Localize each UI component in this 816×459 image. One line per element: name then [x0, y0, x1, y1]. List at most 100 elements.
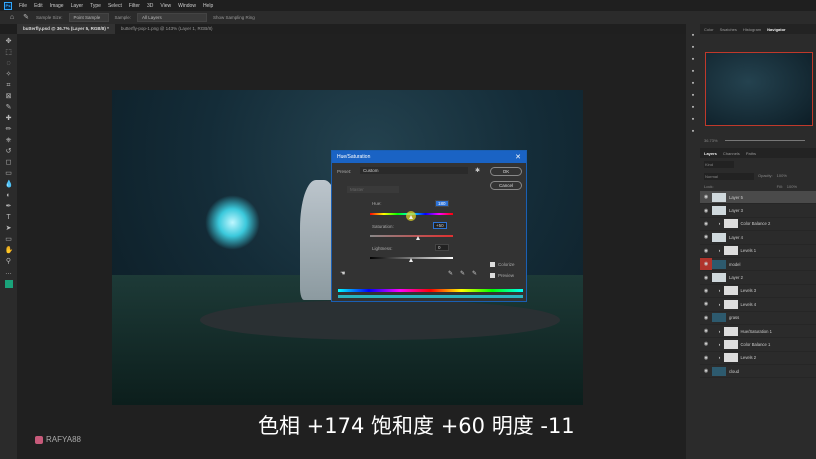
layer-row[interactable]: ◉ ◑ Color Balance 1: [700, 338, 816, 352]
layer-row[interactable]: ◉ Layer 4: [700, 231, 816, 245]
layer-row[interactable]: ◉ grass: [700, 312, 816, 325]
menu-window[interactable]: Window: [178, 3, 196, 9]
document-tab[interactable]: butterfly.psd @ 36.7% (Layer 5, RGB/8) *: [17, 24, 115, 34]
menu-edit[interactable]: Edit: [34, 3, 43, 9]
eraser-tool-icon[interactable]: ◻: [5, 159, 13, 167]
menu-filter[interactable]: Filter: [129, 3, 140, 9]
filter-kind-select[interactable]: Kind: [704, 161, 734, 168]
panel-tab-paths[interactable]: Paths: [746, 151, 756, 156]
dodge-tool-icon[interactable]: ◐: [5, 192, 13, 200]
clone-source-panel-icon[interactable]: ▪: [689, 128, 697, 136]
properties-panel-icon[interactable]: ▪: [689, 68, 697, 76]
home-icon[interactable]: ⌂: [8, 14, 16, 22]
lightness-input[interactable]: 0: [435, 244, 449, 251]
navigator-zoom[interactable]: 36.73%: [704, 138, 718, 143]
menu-type[interactable]: Type: [90, 3, 101, 9]
blend-mode-select[interactable]: Normal: [704, 173, 754, 180]
targeted-adjustment-hand-icon[interactable]: ☚: [340, 270, 345, 277]
layer-row[interactable]: ◉ ◑ Levels 1: [700, 245, 816, 258]
history-panel-icon[interactable]: ▪: [689, 32, 697, 40]
menu-select[interactable]: Select: [108, 3, 122, 9]
preview-checkbox[interactable]: Preview: [490, 273, 514, 279]
panel-tab-histogram[interactable]: Histogram: [743, 27, 761, 32]
quick-select-tool-icon[interactable]: ✧: [5, 71, 13, 79]
zoom-tool-icon[interactable]: ⚲: [5, 258, 13, 266]
styles-panel-icon[interactable]: ▪: [689, 80, 697, 88]
fill-input[interactable]: 100%: [787, 184, 797, 189]
eye-icon[interactable]: ◉: [700, 221, 712, 227]
crop-tool-icon[interactable]: ⌗: [5, 82, 13, 90]
libraries-panel-icon[interactable]: ▪: [689, 116, 697, 124]
eyedropper-tool-icon[interactable]: ✎: [5, 104, 13, 112]
paragraph-panel-icon[interactable]: ▪: [689, 104, 697, 112]
eye-icon[interactable]: ◉: [700, 341, 712, 347]
eye-icon[interactable]: ◉: [700, 301, 712, 307]
saturation-input[interactable]: +50: [433, 222, 447, 229]
pen-tool-icon[interactable]: ✒: [5, 203, 13, 211]
eye-icon[interactable]: ◉: [700, 194, 712, 200]
path-select-tool-icon[interactable]: ➤: [5, 225, 13, 233]
eye-icon[interactable]: ◉: [700, 275, 712, 281]
navigator-preview[interactable]: [705, 52, 813, 126]
cancel-button[interactable]: Cancel: [490, 181, 522, 190]
eye-icon[interactable]: ◉: [700, 368, 712, 374]
layer-row[interactable]: ◉ Layer 5: [700, 191, 816, 205]
eyedropper-icon[interactable]: ✎: [22, 14, 30, 22]
history-brush-tool-icon[interactable]: ↺: [5, 148, 13, 156]
type-tool-icon[interactable]: T: [5, 214, 13, 222]
eye-icon[interactable]: ◉: [700, 208, 712, 214]
brush-tool-icon[interactable]: ✏: [5, 126, 13, 134]
stamp-tool-icon[interactable]: ⎈: [5, 137, 13, 145]
menu-3d[interactable]: 3D: [147, 3, 153, 9]
eye-icon[interactable]: ◉: [700, 248, 712, 254]
saturation-slider[interactable]: [370, 235, 453, 237]
gear-icon[interactable]: ✱: [475, 167, 480, 174]
eye-icon[interactable]: ◉: [700, 257, 712, 271]
eye-icon[interactable]: ◉: [700, 315, 712, 321]
show-sampling-ring-checkbox[interactable]: Show Sampling Ring: [213, 15, 255, 20]
layer-row[interactable]: ◉ cloud: [700, 365, 816, 379]
layer-row[interactable]: ◉ ◑ Hue/Saturation 1: [700, 325, 816, 339]
menu-view[interactable]: View: [160, 3, 171, 9]
hand-tool-icon[interactable]: ✋: [5, 247, 14, 255]
document-tab[interactable]: butterfly-pop-1.png @ 143% (Layer 1, RGB…: [115, 24, 219, 34]
eye-icon[interactable]: ◉: [700, 234, 712, 240]
blur-tool-icon[interactable]: 💧: [5, 181, 14, 189]
frame-tool-icon[interactable]: ⊠: [5, 93, 13, 101]
eye-icon[interactable]: ◉: [700, 355, 712, 361]
panel-tab-navigator[interactable]: Navigator: [767, 27, 785, 32]
move-tool-icon[interactable]: ✥: [5, 38, 13, 46]
eyedropper-plus-icon[interactable]: ✎: [460, 270, 465, 277]
lasso-tool-icon[interactable]: ◌: [5, 60, 13, 68]
eyedropper-icon[interactable]: ✎: [448, 270, 453, 277]
layer-row[interactable]: ◉ Layer 3: [700, 204, 816, 218]
navigator-zoom-slider[interactable]: [725, 140, 805, 141]
adjustments-panel-icon[interactable]: ▪: [689, 56, 697, 64]
layer-row[interactable]: ◉ ◑ Levels 3: [700, 285, 816, 299]
healing-tool-icon[interactable]: ✚: [5, 115, 13, 123]
hue-slider-thumb[interactable]: [409, 215, 413, 219]
ok-button[interactable]: OK: [490, 167, 522, 176]
layer-row[interactable]: ◉ ◑ Color Balance 2: [700, 218, 816, 232]
panel-tab-channels[interactable]: Channels: [723, 151, 740, 156]
layer-row[interactable]: ◉ ◑ Levels 2: [700, 352, 816, 366]
foreground-color-swatch[interactable]: [4, 280, 13, 288]
character-panel-icon[interactable]: ▪: [689, 92, 697, 100]
marquee-tool-icon[interactable]: ⬚: [5, 49, 13, 57]
lightness-slider-thumb[interactable]: [409, 258, 413, 262]
menu-file[interactable]: File: [19, 3, 27, 9]
more-tool-icon[interactable]: …: [5, 269, 13, 277]
close-icon[interactable]: ✕: [515, 153, 521, 161]
opacity-input[interactable]: 100%: [777, 173, 787, 180]
menu-help[interactable]: Help: [203, 3, 213, 9]
sample-select[interactable]: All Layers: [137, 13, 208, 22]
shape-tool-icon[interactable]: ▭: [5, 236, 13, 244]
colorize-checkbox[interactable]: Colorize: [490, 262, 515, 268]
sample-size-select[interactable]: Point Sample: [68, 13, 109, 22]
panel-tab-layers[interactable]: Layers: [704, 151, 717, 156]
brush-settings-panel-icon[interactable]: ▪: [689, 44, 697, 52]
eye-icon[interactable]: ◉: [700, 288, 712, 294]
channel-select[interactable]: Master: [347, 186, 399, 193]
layer-row[interactable]: ◉ model: [700, 257, 816, 272]
panel-tab-swatches[interactable]: Swatches: [720, 27, 737, 32]
